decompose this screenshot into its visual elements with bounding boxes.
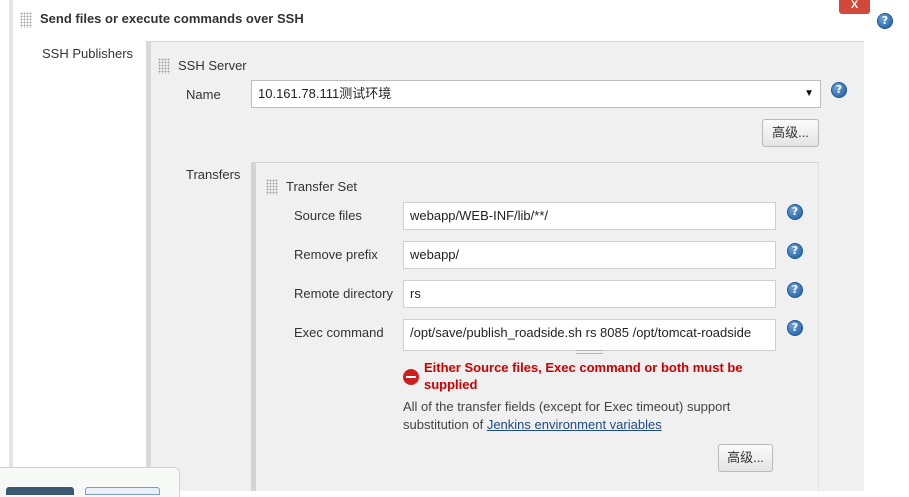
ssh-publishers-label: SSH Publishers	[42, 46, 134, 61]
source-files-input[interactable]: webapp/WEB-INF/lib/**/	[403, 202, 776, 230]
error-message-line2: supplied	[424, 377, 478, 392]
close-icon: X	[850, 0, 859, 11]
error-message-line1: Either Source files, Exec command or bot…	[424, 360, 743, 375]
apply-button[interactable]	[85, 487, 160, 495]
exec-command-value: /opt/save/publish_roadside.sh rs 8085 /o…	[410, 325, 752, 340]
remote-directory-label: Remote directory	[294, 286, 393, 301]
drag-handle-icon[interactable]	[20, 12, 32, 28]
section-title: Send files or execute commands over SSH	[40, 11, 304, 26]
name-label: Name	[186, 87, 221, 102]
server-name-select[interactable]: 10.161.78.111测试环境 ▼	[251, 80, 821, 108]
jenkins-env-vars-link[interactable]: Jenkins environment variables	[487, 417, 662, 432]
transfers-label: Transfers	[186, 167, 241, 182]
ssh-server-heading: SSH Server	[178, 58, 247, 73]
drag-handle-icon[interactable]	[266, 179, 278, 195]
exec-command-textarea[interactable]: /opt/save/publish_roadside.sh rs 8085 /o…	[403, 319, 776, 351]
error-icon	[403, 369, 419, 385]
server-name-value: 10.161.78.111测试环境	[258, 86, 392, 101]
exec-command-label: Exec command	[294, 325, 384, 340]
help-icon[interactable]: ?	[787, 204, 803, 220]
transfer-set-indent-bar	[251, 162, 256, 491]
textarea-resize-grip[interactable]	[576, 350, 603, 354]
help-icon[interactable]: ?	[831, 82, 847, 98]
delete-button[interactable]: X	[839, 0, 870, 14]
help-icon[interactable]: ?	[787, 243, 803, 259]
info-text-line2: substitution of Jenkins environment vari…	[403, 417, 662, 432]
remove-prefix-input[interactable]: webapp/	[403, 241, 776, 269]
ssh-server-indent-bar	[146, 41, 151, 491]
help-icon[interactable]: ?	[787, 320, 803, 336]
transfer-advanced-button[interactable]: 高级...	[718, 444, 773, 472]
help-icon[interactable]: ?	[787, 282, 803, 298]
help-icon[interactable]: ?	[877, 13, 893, 29]
source-files-label: Source files	[294, 208, 362, 223]
info-text-prefix: substitution of	[403, 417, 487, 432]
remove-prefix-label: Remove prefix	[294, 247, 378, 262]
save-button[interactable]	[6, 487, 74, 495]
info-text-line1: All of the transfer fields (except for E…	[403, 399, 731, 414]
remote-directory-input[interactable]: rs	[403, 280, 776, 308]
drag-handle-icon[interactable]	[158, 58, 170, 74]
transfer-set-heading: Transfer Set	[286, 179, 358, 194]
section-indent-bar	[9, 0, 13, 491]
server-advanced-button[interactable]: 高级...	[762, 119, 819, 147]
chevron-down-icon: ▼	[804, 88, 814, 99]
